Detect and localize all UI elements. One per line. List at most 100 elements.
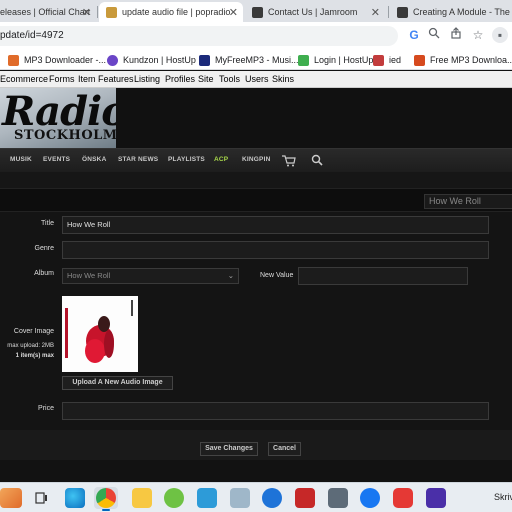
- nav-musik[interactable]: MUSIK: [10, 156, 32, 163]
- genre-input[interactable]: [62, 241, 489, 259]
- nav-events[interactable]: EVENTS: [43, 156, 70, 163]
- new-value-input[interactable]: [298, 267, 468, 285]
- cart-icon[interactable]: [282, 154, 296, 172]
- menu-users[interactable]: Users: [245, 74, 269, 84]
- browser-tab-2[interactable]: update audio file | popradio ✕: [99, 2, 243, 22]
- menu-tools[interactable]: Tools: [219, 74, 240, 84]
- chrome-icon[interactable]: [96, 488, 116, 508]
- chevron-down-icon: ⌄: [227, 271, 234, 280]
- bookmark-free-mp3[interactable]: Free MP3 Downloa...: [414, 52, 512, 68]
- jamroom-favicon-icon: [252, 6, 263, 18]
- app-grey-icon[interactable]: [230, 488, 250, 508]
- share-icon[interactable]: [448, 27, 464, 43]
- edge-icon[interactable]: [65, 488, 85, 508]
- facebook-icon[interactable]: [360, 488, 380, 508]
- address-bar-row: pdate/id=4972 G ☆ ▪: [0, 22, 512, 49]
- bookmark-favicon-icon: [199, 54, 210, 66]
- bookmark-favicon-icon: [298, 54, 309, 66]
- tab-title: update audio file | popradio: [122, 7, 231, 17]
- site-nav: MUSIK EVENTS ÖNSKA STAR NEWS PLAYLISTS A…: [0, 148, 512, 172]
- task-view-icon[interactable]: [31, 488, 51, 508]
- tab-title: Creating A Module - The Jam: [413, 7, 512, 17]
- url-field[interactable]: pdate/id=4972: [0, 26, 398, 46]
- menu-forms[interactable]: Forms: [49, 74, 75, 84]
- bookmark-label: Login | HostUp: [314, 55, 374, 65]
- menu-item-features[interactable]: Item Features: [78, 74, 134, 84]
- menu-skins[interactable]: Skins: [272, 74, 294, 84]
- price-input[interactable]: [62, 402, 489, 420]
- bookmark-ied[interactable]: ied: [373, 52, 401, 68]
- item-selector[interactable]: How We Roll: [424, 194, 512, 209]
- youtube-icon[interactable]: [393, 488, 413, 508]
- browser-tab-4[interactable]: Creating A Module - The Jam: [390, 2, 512, 22]
- search-icon[interactable]: [311, 153, 323, 171]
- new-value-label: New Value: [260, 272, 294, 279]
- album-label: Album: [34, 270, 54, 277]
- bookmark-mp3-downloader[interactable]: MP3 Downloader -...: [8, 52, 106, 68]
- site-header: Radio STOCKHOLM: [0, 88, 512, 148]
- cover-image-label: Cover Image: [13, 328, 54, 335]
- file-explorer-icon[interactable]: [132, 488, 152, 508]
- cover-image: [62, 296, 138, 372]
- max-items-text: 1 item(s) max: [15, 353, 54, 359]
- close-tab-icon[interactable]: ✕: [229, 6, 238, 19]
- nav-acp[interactable]: ACP: [214, 156, 228, 163]
- close-tab-icon[interactable]: ✕: [82, 6, 91, 19]
- star-bookmark-icon[interactable]: ☆: [470, 27, 486, 43]
- bookmark-label: MyFreeMP3 - Musi...: [215, 55, 299, 65]
- extensions-icon[interactable]: ▪: [492, 27, 508, 43]
- item-selector-bar: How We Roll: [0, 188, 512, 212]
- url-text: pdate/id=4972: [0, 30, 64, 41]
- calculator-icon[interactable]: [328, 488, 348, 508]
- bookmark-favicon-icon: [373, 54, 384, 66]
- app-blue-icon[interactable]: [197, 488, 217, 508]
- cancel-button[interactable]: Cancel: [268, 442, 301, 456]
- album-select[interactable]: How We Roll ⌄: [62, 268, 239, 284]
- bookmark-label: ied: [389, 55, 402, 65]
- google-icon[interactable]: G: [406, 27, 422, 43]
- album-select-value: How We Roll: [67, 271, 111, 280]
- menu-ecommerce[interactable]: Ecommerce: [0, 74, 48, 84]
- title-label: Title: [41, 220, 54, 227]
- price-label: Price: [38, 405, 54, 412]
- tab-separator: [388, 6, 389, 18]
- menu-profiles[interactable]: Profiles: [165, 74, 195, 84]
- bookmark-label: Free MP3 Downloa...: [430, 55, 512, 65]
- nav-kingpin[interactable]: KINGPIN: [242, 156, 271, 163]
- tab-title: Contact Us | Jamroom: [268, 7, 358, 17]
- admin-menu-bar: Ecommerce Forms Item Features Listing Pr…: [0, 71, 512, 88]
- app-purple-icon[interactable]: [426, 488, 446, 508]
- bookmark-kundzon[interactable]: Kundzon | HostUp: [107, 52, 196, 68]
- weather-widget-icon[interactable]: [0, 488, 22, 508]
- bookmark-label: MP3 Downloader -...: [24, 55, 107, 65]
- genre-label: Genre: [34, 245, 54, 252]
- nav-onska[interactable]: ÖNSKA: [82, 156, 106, 163]
- bookmark-favicon-icon: [414, 54, 425, 66]
- filezilla-icon[interactable]: [295, 488, 315, 508]
- browser-tab-strip: eleases | Official Chart ✕ update audio …: [0, 0, 512, 22]
- bookmark-favicon-icon: [8, 54, 19, 66]
- bookmark-myfreemp3[interactable]: MyFreeMP3 - Musi...: [199, 52, 299, 68]
- menu-site[interactable]: Site: [198, 74, 214, 84]
- nav-star-news[interactable]: STAR NEWS: [118, 156, 158, 163]
- bookmarks-bar: MP3 Downloader -... Kundzon | HostUp MyF…: [0, 49, 512, 70]
- menu-listing[interactable]: Listing: [134, 74, 160, 84]
- radio-stockholm-logo[interactable]: Radio STOCKHOLM: [0, 88, 116, 148]
- taskbar-search-text[interactable]: Skriv: [494, 492, 512, 502]
- album-cover-art: [62, 296, 138, 372]
- app-blue-circle-icon[interactable]: [262, 488, 282, 508]
- zoom-icon[interactable]: [426, 27, 442, 43]
- app-green-icon[interactable]: [164, 488, 184, 508]
- popradio-favicon-icon: [106, 6, 117, 18]
- form-actions: Save Changes Cancel: [0, 430, 512, 460]
- upload-audio-image-button[interactable]: Upload A New Audio Image: [62, 376, 173, 390]
- browser-tab-1[interactable]: eleases | Official Chart ✕: [0, 2, 96, 22]
- bookmark-login-hostup[interactable]: Login | HostUp: [298, 52, 373, 68]
- save-changes-button[interactable]: Save Changes: [200, 442, 258, 456]
- title-input[interactable]: How We Roll: [62, 216, 489, 234]
- browser-tab-3[interactable]: Contact Us | Jamroom ✕: [245, 2, 385, 22]
- tab-separator: [97, 6, 98, 18]
- nav-playlists[interactable]: PLAYLISTS: [168, 156, 205, 163]
- close-tab-icon[interactable]: ✕: [371, 6, 380, 19]
- content-spacer: [0, 172, 512, 188]
